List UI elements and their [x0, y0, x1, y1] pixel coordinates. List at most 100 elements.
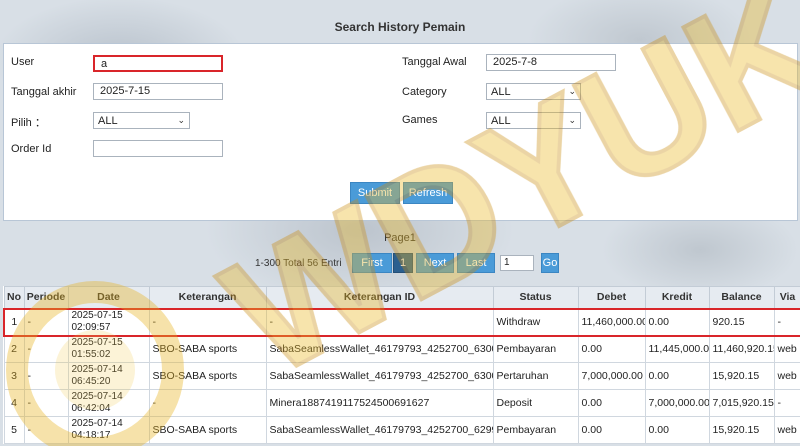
date-text: 2025-07-14 [71, 364, 123, 375]
user-input[interactable]: a [93, 55, 223, 72]
first-page-button[interactable]: First [352, 253, 392, 273]
cell-keterangan-id: - [265, 307, 494, 337]
time-text: 02:09:57 [71, 322, 111, 333]
cell-no: 3 [3, 362, 25, 390]
tanggal-awal-label: Tanggal Awal [402, 56, 467, 68]
cell-via: - [773, 389, 800, 417]
table-row: 3 - 2025-07-14 06:45:20 SBO-SABA sports S… [3, 362, 800, 390]
table-row: 5 - 2025-07-14 04:18:17 SBO-SABA sports S… [3, 416, 800, 444]
col-header-balance[interactable]: Balance [708, 286, 775, 309]
go-button[interactable]: Go [541, 253, 559, 273]
cell-periode: - [23, 362, 69, 390]
submit-button[interactable]: Submit [350, 182, 400, 204]
col-header-keterangan[interactable]: Keterangan [148, 286, 267, 309]
cell-debet: 0.00 [577, 335, 646, 363]
cell-kredit: 7,000,000.00 [644, 389, 710, 417]
cell-date: 2025-07-14 06:45:20 [67, 362, 150, 390]
user-label: User [11, 56, 35, 68]
page-indicator: Page1 [384, 232, 416, 244]
tanggal-akhir-input[interactable]: 2025-7-15 [93, 83, 223, 100]
cell-date: 2025-07-14 06:42:04 [67, 389, 150, 417]
search-form-panel: User a Tanggal akhir 2025-7-15 Pilih ： A… [3, 43, 798, 221]
col-header-no[interactable]: No [3, 286, 25, 309]
games-select[interactable]: ALL ⌄ [486, 112, 581, 129]
col-header-kredit[interactable]: Kredit [644, 286, 710, 309]
cell-balance: 920.15 [708, 307, 775, 337]
page-title: Search History Pemain [334, 20, 466, 34]
cell-periode: - [23, 416, 69, 444]
chevron-down-icon: ⌄ [177, 115, 185, 125]
cell-debet: 7,000,000.00 [577, 362, 646, 390]
time-text: 06:45:20 [71, 376, 111, 387]
category-selected-value: ALL [491, 85, 511, 98]
col-header-periode[interactable]: Periode [23, 286, 69, 309]
cell-date: 2025-07-14 04:18:17 [67, 416, 150, 444]
games-label: Games [402, 114, 438, 126]
cell-keterangan-id-link[interactable]: SabaSeamlessWallet_46179793_4252700_6300… [265, 335, 494, 363]
col-header-via[interactable]: Via [773, 286, 800, 309]
goto-page-input[interactable]: 1 [500, 255, 534, 271]
cell-status: Pertaruhan [492, 362, 579, 390]
table-header-row: No Periode Date Keterangan Keterangan ID… [3, 286, 800, 309]
next-page-button[interactable]: Next [416, 253, 454, 273]
cell-keterangan: SBO-SABA sports [148, 416, 267, 444]
cell-periode: - [23, 307, 69, 337]
cell-kredit: 0.00 [644, 416, 710, 444]
cell-via: web [773, 362, 800, 390]
col-header-keterangan-id[interactable]: Keterangan ID [265, 286, 494, 309]
cell-status: Deposit [492, 389, 579, 417]
col-header-debet[interactable]: Debet [577, 286, 646, 309]
chevron-down-icon: ⌄ [568, 86, 576, 96]
pilih-selected-value: ALL [98, 114, 118, 127]
time-text: 06:42:04 [71, 403, 111, 414]
cell-balance: 11,460,920.15 [708, 335, 775, 363]
cell-keterangan-id-link[interactable]: SabaSeamlessWallet_46179793_4252700_6299… [265, 416, 494, 444]
cell-keterangan: - [148, 389, 267, 417]
tanggal-akhir-label: Tanggal akhir [11, 86, 77, 98]
chevron-down-icon: ⌄ [568, 115, 576, 125]
cell-no: 5 [3, 416, 25, 444]
cell-keterangan: - [148, 307, 267, 337]
order-id-input[interactable] [93, 140, 223, 157]
history-table: No Periode Date Keterangan Keterangan ID… [3, 286, 800, 444]
cell-no: 4 [3, 389, 25, 417]
user-input-value: a [101, 58, 108, 70]
cell-date: 2025-07-15 01:55:02 [67, 335, 150, 363]
cell-keterangan: SBO-SABA sports [148, 362, 267, 390]
games-selected-value: ALL [491, 114, 511, 127]
cell-keterangan: SBO-SABA sports [148, 335, 267, 363]
cell-no: 1 [3, 307, 25, 337]
cell-no: 2 [3, 335, 25, 363]
cell-balance: 15,920.15 [708, 362, 775, 390]
goto-page-value: 1 [504, 257, 510, 268]
cell-periode: - [23, 335, 69, 363]
last-page-button[interactable]: Last [457, 253, 495, 273]
date-text: 2025-07-15 [71, 310, 123, 322]
cell-status: Withdraw [492, 307, 579, 337]
cell-date: 2025-07-15 02:09:57 [67, 307, 150, 337]
date-text: 2025-07-14 [71, 391, 123, 402]
cell-status: Pembayaran [492, 416, 579, 444]
cell-via: - [773, 307, 800, 337]
cell-keterangan-id-link[interactable]: SabaSeamlessWallet_46179793_4252700_6300… [265, 362, 494, 390]
category-label: Category [402, 86, 447, 98]
pilih-select[interactable]: ALL ⌄ [93, 112, 190, 129]
category-select[interactable]: ALL ⌄ [486, 83, 581, 100]
current-page-button[interactable]: 1 [393, 253, 413, 273]
cell-debet: 0.00 [577, 416, 646, 444]
pager-entry-info: 1-300 Total 56 Entri [255, 258, 342, 269]
cell-balance: 15,920.15 [708, 416, 775, 444]
table-row: 1 - 2025-07-15 02:09:57 - - Withdraw 11,4… [3, 307, 800, 337]
col-header-status[interactable]: Status [492, 286, 579, 309]
cell-kredit: 0.00 [644, 307, 710, 337]
cell-balance: 7,015,920.15 [708, 389, 775, 417]
refresh-button[interactable]: Refresh [403, 182, 453, 204]
col-header-date[interactable]: Date [67, 286, 150, 309]
tanggal-akhir-value: 2025-7-15 [100, 85, 151, 97]
cell-keterangan-id: Minera1887419117524500691627 [265, 389, 494, 417]
table-row: 4 - 2025-07-14 06:42:04 - Minera188741911… [3, 389, 800, 417]
cell-debet: 11,460,000.00 [577, 307, 646, 337]
date-text: 2025-07-15 [71, 337, 123, 349]
tanggal-awal-input[interactable]: 2025-7-8 [486, 54, 616, 71]
cell-debet: 0.00 [577, 389, 646, 417]
